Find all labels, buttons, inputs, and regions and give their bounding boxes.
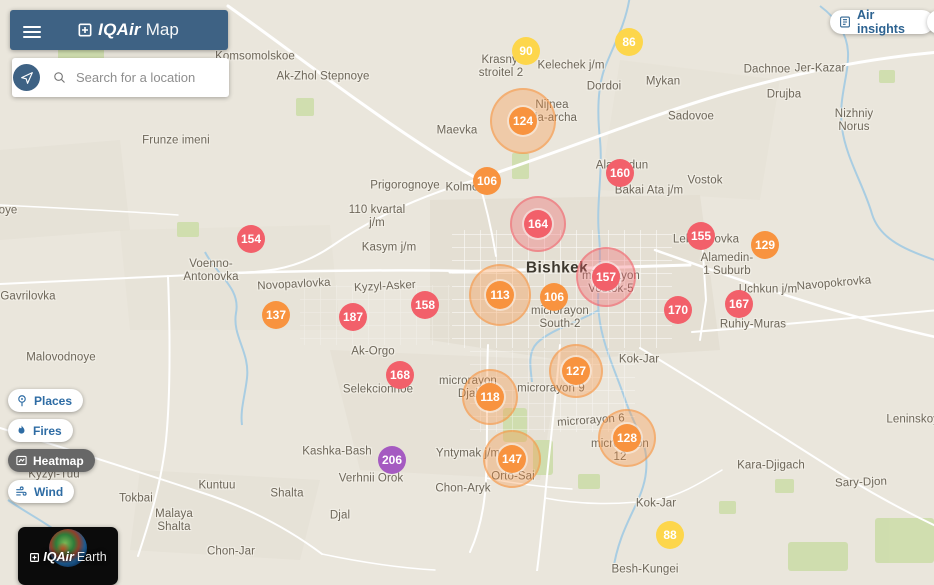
layer-label: Heatmap — [33, 453, 84, 468]
aqi-marker[interactable]: 129 — [751, 231, 779, 259]
aqi-marker[interactable]: 158 — [411, 291, 439, 319]
air-insights-label: Air insights — [857, 8, 905, 36]
navigation-arrow-icon — [19, 70, 35, 86]
aqi-marker[interactable]: 157 — [592, 263, 620, 291]
layer-label: Places — [34, 393, 73, 408]
heatmap-icon — [15, 454, 28, 467]
layer-button-fires[interactable]: Fires — [8, 419, 73, 442]
locate-me-button[interactable] — [13, 64, 40, 91]
layer-label: Wind — [34, 484, 64, 499]
aqi-marker[interactable]: 124 — [509, 107, 537, 135]
aqi-marker[interactable]: 154 — [237, 225, 265, 253]
aqi-marker[interactable]: 164 — [524, 210, 552, 238]
iqair-plus-icon — [29, 552, 40, 563]
iqair-plus-icon — [77, 22, 93, 38]
aqi-marker[interactable]: 168 — [386, 361, 414, 389]
search-icon — [52, 70, 67, 85]
brand-suffix: Map — [145, 20, 179, 39]
app-logo: IQAir Map — [59, 20, 179, 40]
search-input[interactable] — [74, 69, 218, 86]
aqi-marker[interactable]: 88 — [656, 521, 684, 549]
aqi-marker[interactable]: 106 — [473, 167, 501, 195]
aqi-marker[interactable]: 128 — [613, 424, 641, 452]
map-root: Komsomolskoe Ak-Zhol Stepnoye Krasnyi stro… — [0, 0, 934, 585]
brand-name: IQAir — [98, 20, 141, 39]
aqi-marker[interactable]: 170 — [664, 296, 692, 324]
aqi-marker[interactable]: 155 — [687, 222, 715, 250]
aqi-marker[interactable]: 127 — [562, 357, 590, 385]
aqi-marker[interactable]: 167 — [725, 290, 753, 318]
iqair-earth-widget[interactable]: IQAir Earth — [18, 527, 118, 585]
earth-brand-name: IQAir — [43, 550, 74, 564]
insights-list-icon — [838, 15, 852, 29]
earth-brand: IQAir Earth — [18, 550, 118, 564]
menu-icon[interactable] — [23, 23, 41, 41]
aqi-marker[interactable]: 113 — [486, 281, 514, 309]
layer-button-places[interactable]: Places — [8, 389, 84, 412]
layer-button-heatmap[interactable]: Heatmap — [8, 449, 95, 472]
aqi-marker[interactable]: 206 — [378, 446, 406, 474]
air-insights-button[interactable]: Air insights — [830, 8, 934, 36]
app-header: IQAir Map — [10, 10, 228, 50]
aqi-marker[interactable]: 106 — [540, 283, 568, 311]
aqi-marker[interactable]: 187 — [339, 303, 367, 331]
earth-brand-suffix: Earth — [76, 550, 107, 564]
aqi-marker[interactable]: 90 — [512, 37, 540, 65]
aqi-marker[interactable]: 137 — [262, 301, 290, 329]
aqi-marker[interactable]: 118 — [476, 383, 504, 411]
flame-icon — [15, 424, 28, 437]
search-bar — [12, 58, 229, 97]
aqi-marker[interactable]: 160 — [606, 159, 634, 187]
layer-button-wind[interactable]: Wind — [8, 480, 75, 503]
wind-icon — [15, 485, 29, 499]
aqi-marker[interactable]: 86 — [615, 28, 643, 56]
layer-label: Fires — [33, 423, 62, 438]
map-pin-icon — [15, 394, 29, 408]
aqi-marker[interactable]: 147 — [498, 445, 526, 473]
